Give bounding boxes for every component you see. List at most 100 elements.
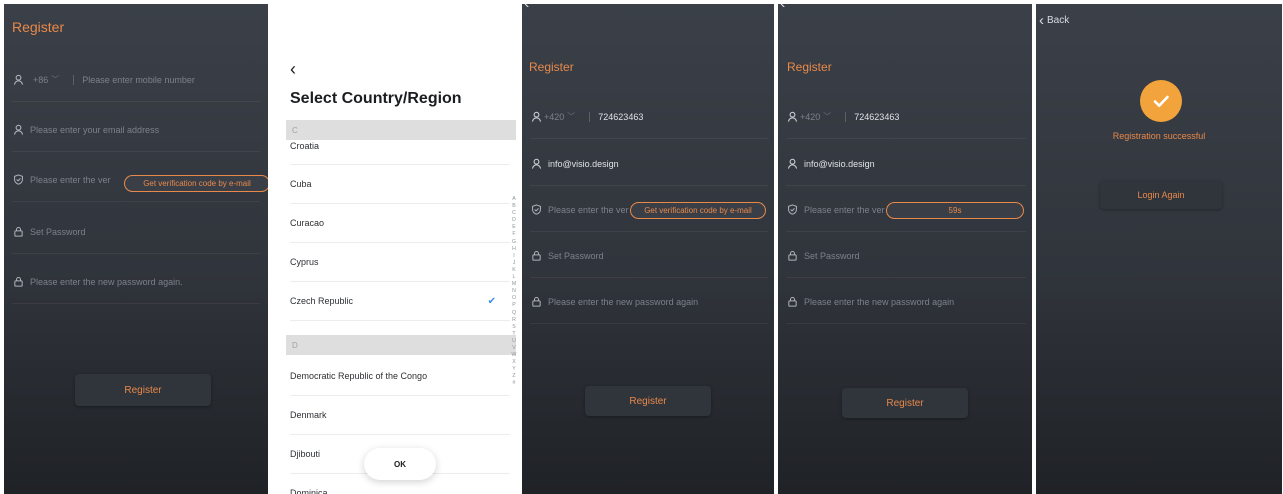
back-button[interactable]: ‹ Back [1039,13,1069,28]
page-title: Select Country/Region [290,90,462,107]
alphabet-letter[interactable]: C [510,210,518,217]
alphabet-letter[interactable]: B [510,203,518,210]
alphabet-letter[interactable]: P [510,302,518,309]
alphabet-letter[interactable]: K [510,267,518,274]
email-row[interactable]: Please enter your email address [12,108,260,152]
register-button[interactable]: Register [585,386,711,416]
password-row[interactable]: Set Password [530,234,768,278]
divider [845,111,847,122]
password-again-row[interactable]: Please enter the new password again [786,280,1026,324]
alphabet-letter[interactable]: H [510,246,518,253]
alphabet-letter[interactable]: Z [510,373,518,380]
success-icon [1140,80,1182,122]
alphabet-index[interactable]: A B C D E F G H I J K L M N O P Q R S T U V W X Y Z # [510,196,518,388]
checkmark-icon: ✔ [487,295,496,307]
mobile-input[interactable]: 724623463 [598,112,643,122]
chevron-down-icon[interactable]: ﹀ [567,111,575,122]
register-button[interactable]: Register [842,388,968,418]
email-row[interactable]: info@visio.design [530,142,768,186]
mobile-row[interactable]: +86 ﹀ Please enter mobile number [12,58,260,102]
lock-icon [786,296,798,308]
alphabet-letter[interactable]: Q [510,310,518,317]
chevron-left-icon[interactable]: ‹ [290,60,296,78]
alphabet-letter[interactable]: R [510,317,518,324]
chevron-down-icon[interactable]: ﹀ [51,74,59,85]
alphabet-letter[interactable]: L [510,274,518,281]
country-code[interactable]: +420 [544,112,564,122]
country-item[interactable]: Croatia [290,128,510,165]
alphabet-letter[interactable]: O [510,295,518,302]
get-verification-code-button[interactable]: Get verification code by e-mail [124,175,268,192]
checkmark-icon [1153,95,1169,107]
country-code[interactable]: +86 [33,75,48,85]
chevron-left-icon[interactable]: ‹ [780,4,785,12]
alphabet-letter[interactable]: D [510,217,518,224]
lock-icon [786,250,798,262]
alphabet-letter[interactable]: J [510,260,518,267]
section-header-d: D [286,335,516,355]
page-title: Register [529,60,574,74]
get-verification-code-button[interactable]: Get verification code by e-mail [630,202,766,219]
alphabet-letter[interactable]: X [510,359,518,366]
password-input[interactable]: Set Password [804,251,860,261]
password-again-row[interactable]: Please enter the new password again [530,280,768,324]
alphabet-letter[interactable]: N [510,288,518,295]
alphabet-letter[interactable]: V [510,345,518,352]
password-again-input[interactable]: Please enter the new password again. [30,277,183,287]
success-message: Registration successful [1112,131,1206,141]
country-select-screen: ‹ Select Country/Region C Croatia Cuba C… [280,4,518,494]
user-icon [786,158,798,170]
shield-icon [530,204,542,216]
country-item-selected[interactable]: Czech Republic ✔ [290,282,510,321]
chevron-left-icon: ‹ [1039,12,1044,29]
alphabet-letter[interactable]: T [510,331,518,338]
ok-button[interactable]: OK [364,448,436,480]
country-item[interactable]: Cuba [290,165,510,204]
user-icon [12,124,24,136]
verification-code-input[interactable]: Please enter the ver [548,205,629,215]
alphabet-letter[interactable]: S [510,324,518,331]
chevron-left-icon[interactable]: ‹ [524,4,529,12]
register-button[interactable]: Register [75,374,211,406]
mobile-row[interactable]: +420 ﹀ 724623463 [530,95,768,139]
register-screen-empty: Register +86 ﹀ Please enter mobile numbe… [4,4,268,494]
country-code[interactable]: +420 [800,112,820,122]
email-row[interactable]: info@visio.design [786,142,1026,186]
verification-code-input[interactable]: Please enter the ver [30,175,111,185]
alphabet-letter[interactable]: I [510,253,518,260]
password-again-input[interactable]: Please enter the new password again [804,297,954,307]
email-input[interactable]: info@visio.design [548,159,619,169]
countdown-button: 59s [886,202,1024,219]
email-input[interactable]: Please enter your email address [30,125,159,135]
shield-icon [786,204,798,216]
mobile-input[interactable]: Please enter mobile number [82,75,195,85]
divider [73,74,75,85]
mobile-input[interactable]: 724623463 [854,112,899,122]
alphabet-letter[interactable]: W [510,352,518,359]
password-input[interactable]: Set Password [30,227,86,237]
country-item[interactable]: Cyprus [290,243,510,282]
alphabet-letter[interactable]: U [510,338,518,345]
password-again-row[interactable]: Please enter the new password again. [12,260,260,304]
verification-code-input[interactable]: Please enter the ver [804,205,885,215]
alphabet-letter[interactable]: A [510,196,518,203]
alphabet-letter[interactable]: E [510,224,518,231]
country-item[interactable]: Curacao [290,204,510,243]
alphabet-letter[interactable]: G [510,239,518,246]
password-input[interactable]: Set Password [548,251,604,261]
alphabet-letter[interactable]: # [510,380,518,387]
password-again-input[interactable]: Please enter the new password again [548,297,698,307]
alphabet-letter[interactable]: Y [510,366,518,373]
password-row[interactable]: Set Password [786,234,1026,278]
user-icon [786,111,798,123]
lock-icon [12,276,24,288]
alphabet-letter[interactable]: F [510,231,518,238]
country-item[interactable]: Denmark [290,396,510,435]
chevron-down-icon[interactable]: ﹀ [823,111,831,122]
password-row[interactable]: Set Password [12,210,260,254]
login-again-button[interactable]: Login Again [1100,181,1222,209]
alphabet-letter[interactable]: M [510,281,518,288]
email-input[interactable]: info@visio.design [804,159,875,169]
country-item[interactable]: Democratic Republic of the Congo [290,357,510,396]
mobile-row[interactable]: +420 ﹀ 724623463 [786,95,1026,139]
